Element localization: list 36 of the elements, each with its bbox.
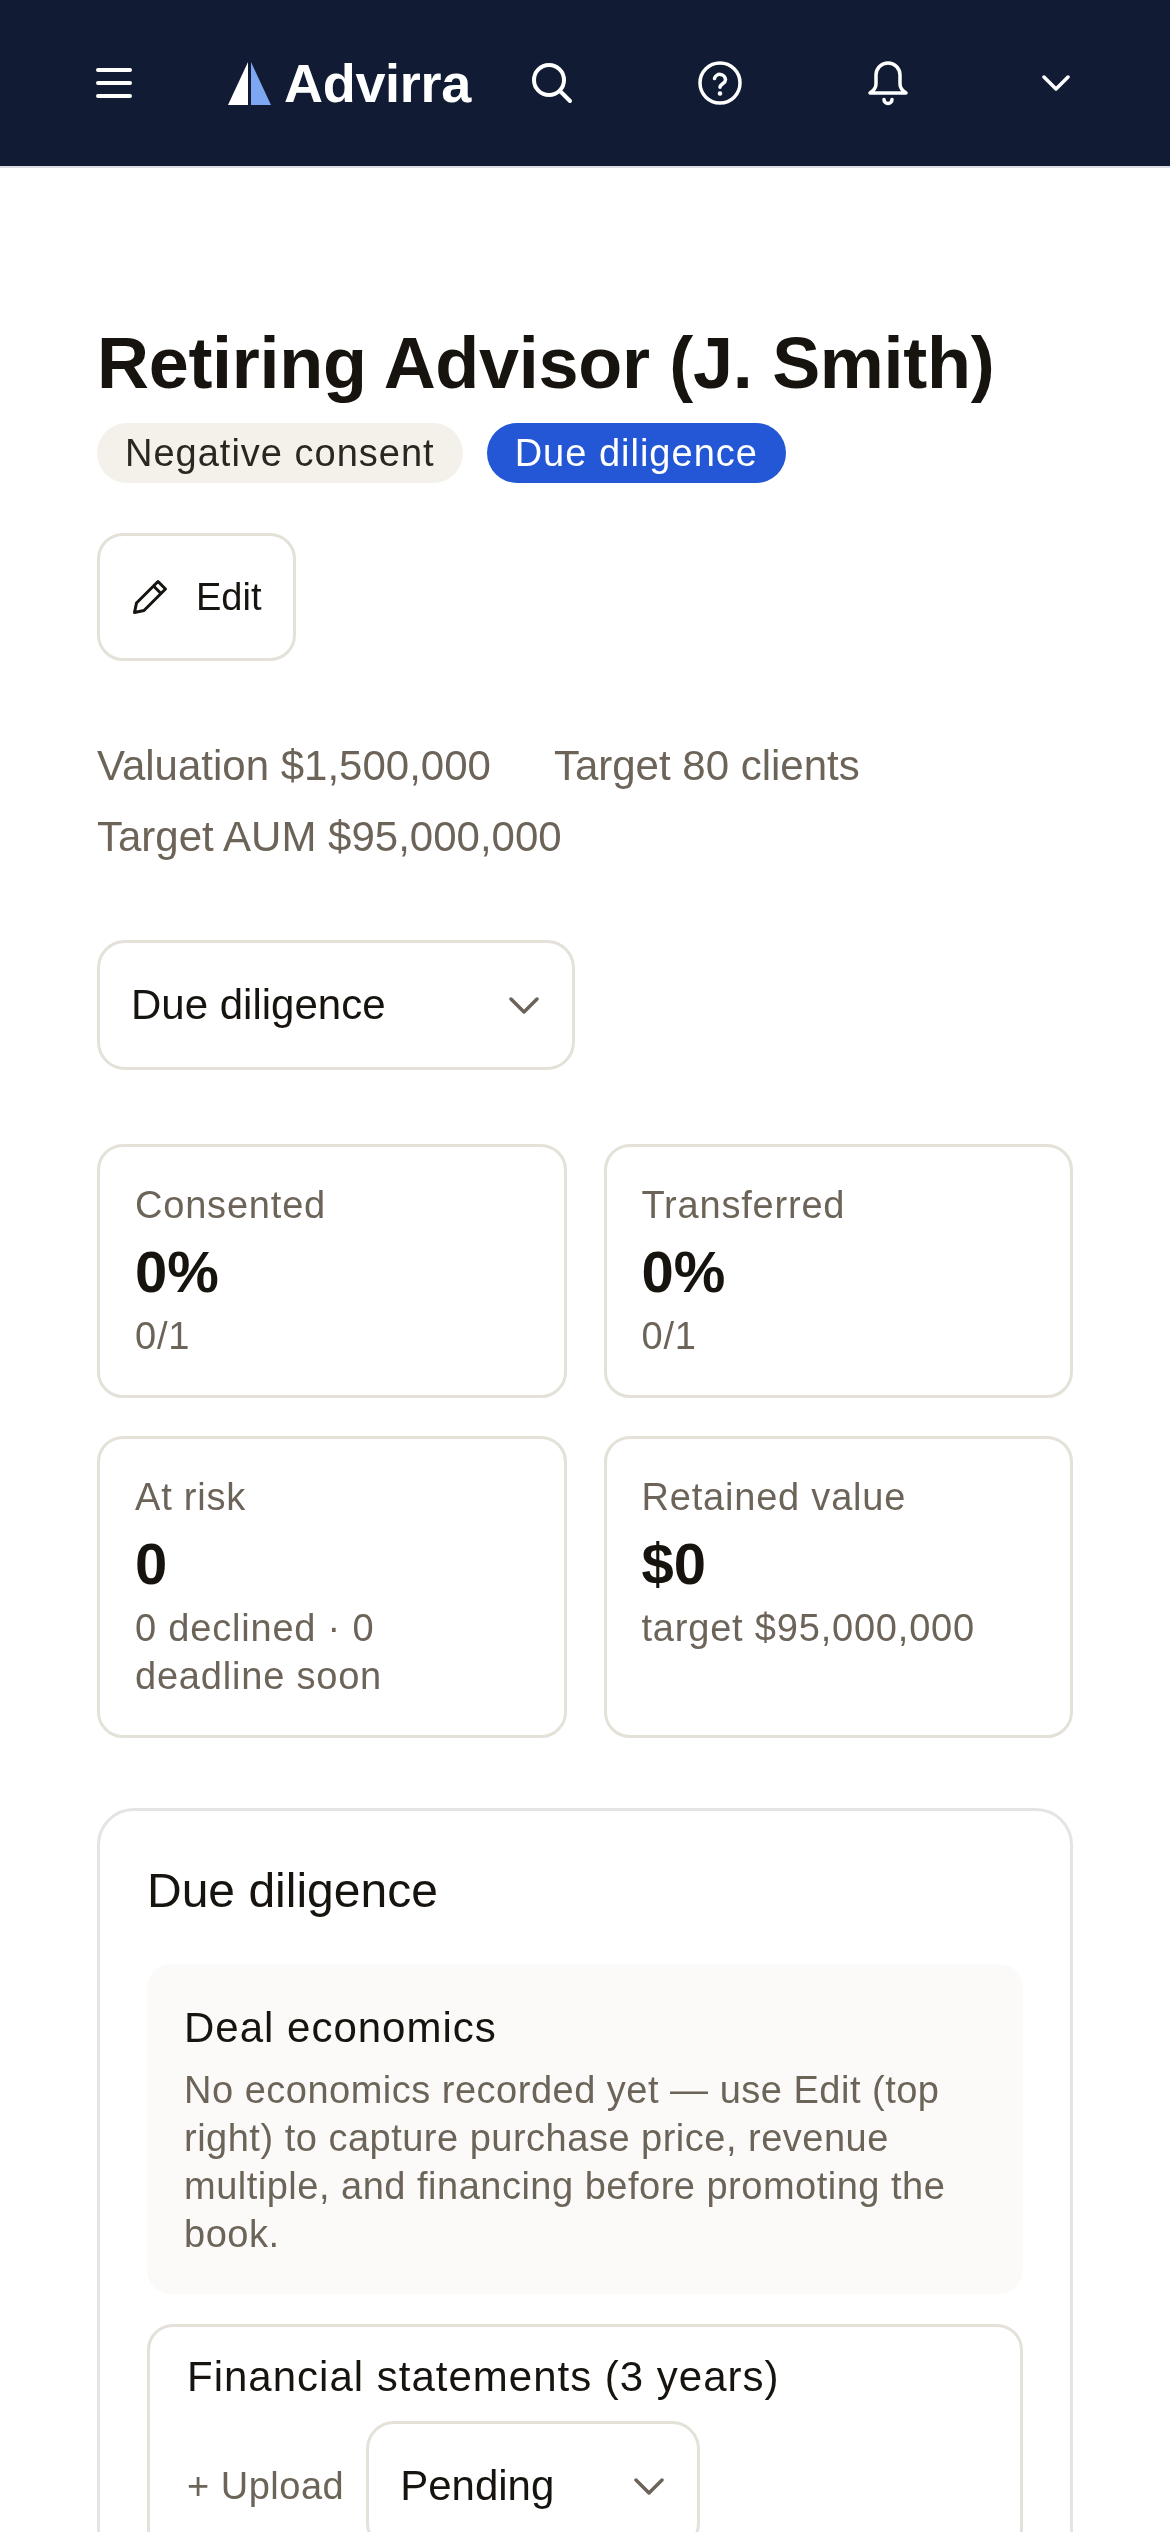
note-title: Deal economics (184, 2003, 498, 2053)
upload-link[interactable]: + Upload (187, 2463, 345, 2509)
stat-label: At risk (135, 1475, 248, 1520)
stat-value: $0 (641, 1530, 707, 1598)
stat-detail: 0 declined · 0 deadline soon (135, 1606, 384, 1699)
stat-value: 0% (641, 1238, 727, 1306)
stat-detail: target $95,000,000 (641, 1606, 976, 1651)
menu-icon[interactable] (96, 67, 132, 99)
stage-select[interactable]: Due diligence (97, 940, 575, 1070)
document-title: Financial statements (3 years) (187, 2352, 781, 2402)
help-icon[interactable] (698, 61, 742, 105)
chevron-down-icon[interactable] (1042, 75, 1070, 91)
page-title: Retiring Advisor (J. Smith) (97, 323, 996, 403)
brand-name: Advirra (284, 56, 471, 110)
note-text: No economics recorded yet — use Edit (top right) to capture purchase price, revenue multiple, and financing before promoting the book. (184, 2068, 947, 2257)
status-badge: Due diligence (486, 423, 786, 483)
summary-fact: Target 80 clients (553, 741, 860, 791)
stat-label: Consented (135, 1183, 327, 1228)
stat-detail: 0/1 (135, 1314, 192, 1359)
edit-button[interactable]: Edit (97, 533, 296, 661)
chevron-down-icon (634, 2477, 665, 2495)
stat-value: 0 (135, 1530, 169, 1598)
stat-label: Retained value (641, 1475, 908, 1520)
summary-fact: Valuation $1,500,000 (97, 741, 491, 791)
stat-label: Transferred (641, 1183, 847, 1228)
bell-icon[interactable] (867, 60, 909, 106)
pencil-icon (131, 578, 169, 616)
section-title: Due diligence (147, 1863, 439, 1919)
stat-value: 0% (135, 1238, 220, 1306)
stat-detail: 0/1 (641, 1314, 698, 1359)
status-badge: Negative consent (97, 423, 463, 483)
search-icon[interactable] (531, 62, 573, 104)
summary-fact: Target AUM $95,000,000 (97, 812, 562, 862)
chevron-down-icon (509, 996, 539, 1014)
status-select[interactable]: Pending (366, 2421, 701, 2532)
logo-icon (228, 61, 271, 105)
